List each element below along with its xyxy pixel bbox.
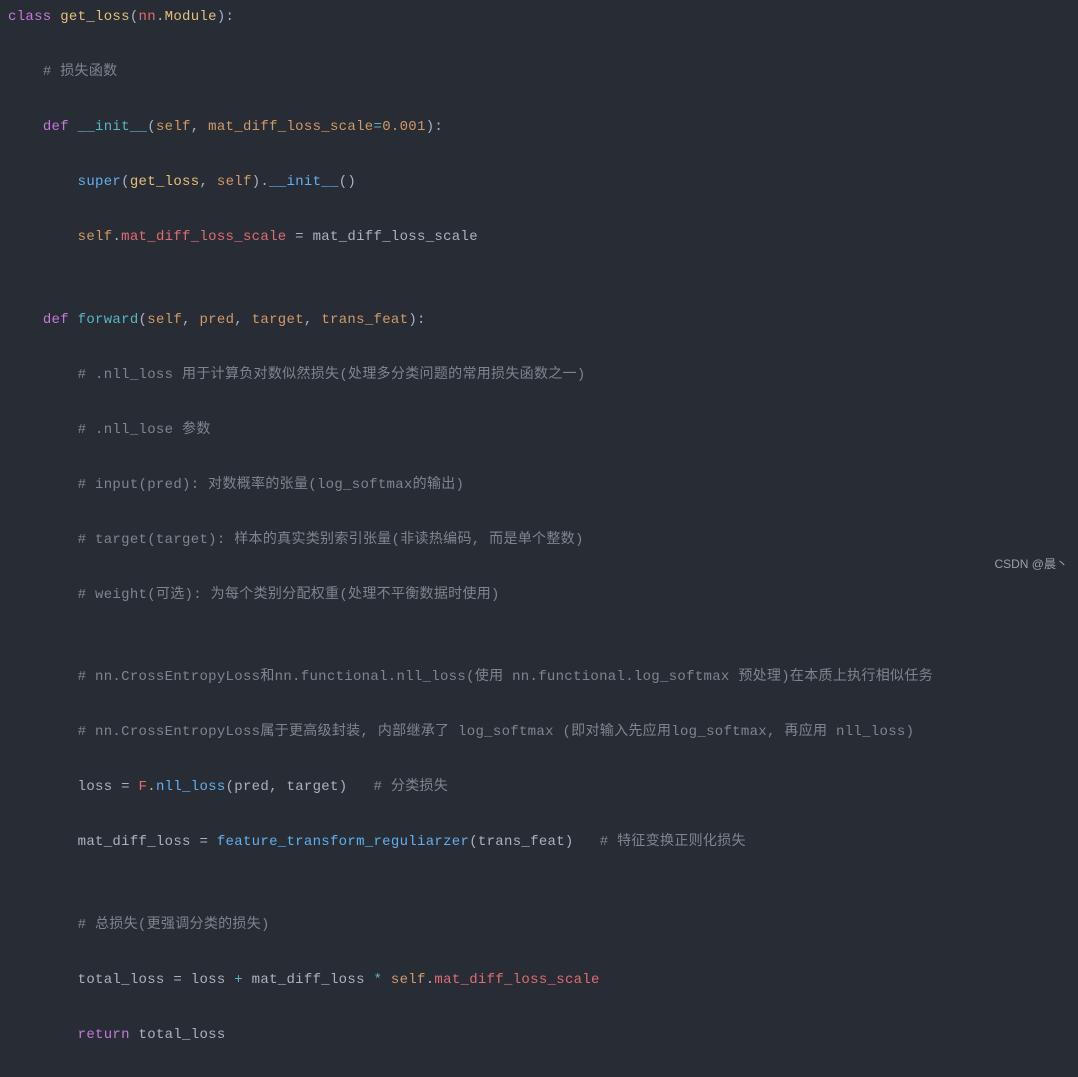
code-line: # 损失函数 — [8, 59, 1078, 87]
code-line: def __init__(self, mat_diff_loss_scale=0… — [8, 114, 1078, 142]
code-line: # target(target): 样本的真实类别索引张量(非读热编码, 而是单… — [8, 527, 1078, 555]
code-line: self.mat_diff_loss_scale = mat_diff_loss… — [8, 224, 1078, 252]
code-line: total_loss = loss + mat_diff_loss * self… — [8, 967, 1078, 995]
code-line: loss = F.nll_loss(pred, target) # 分类损失 — [8, 774, 1078, 802]
code-line: # 总损失(更强调分类的损失) — [8, 912, 1078, 940]
code-block: class get_loss(nn.Module): # 损失函数 def __… — [8, 4, 1078, 1077]
code-line: super(get_loss, self).__init__() — [8, 169, 1078, 197]
watermark-text: CSDN @晨丶 — [994, 551, 1068, 579]
code-line: def forward(self, pred, target, trans_fe… — [8, 307, 1078, 335]
code-line: # .nll_lose 参数 — [8, 417, 1078, 445]
code-line: mat_diff_loss = feature_transform_reguli… — [8, 829, 1078, 857]
code-line: class get_loss(nn.Module): — [8, 4, 1078, 32]
code-line: # nn.CrossEntropyLoss和nn.functional.nll_… — [8, 664, 1078, 692]
code-line: return total_loss — [8, 1022, 1078, 1050]
code-line: # weight(可选): 为每个类别分配权重(处理不平衡数据时使用) — [8, 582, 1078, 610]
code-line: # input(pred): 对数概率的张量(log_softmax的输出) — [8, 472, 1078, 500]
code-line: # nn.CrossEntropyLoss属于更高级封装, 内部继承了 log_… — [8, 719, 1078, 747]
code-line: # .nll_loss 用于计算负对数似然损失(处理多分类问题的常用损失函数之一… — [8, 362, 1078, 390]
